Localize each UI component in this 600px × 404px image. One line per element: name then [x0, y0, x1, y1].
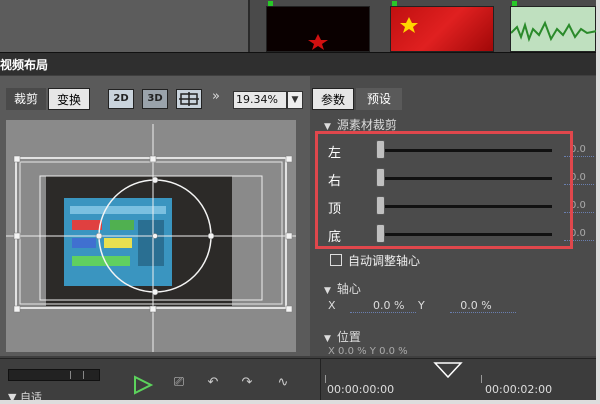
scrollbar-grip[interactable] [70, 371, 84, 379]
clip-marker-dot [512, 1, 517, 6]
undo-icon[interactable]: ↶ [204, 375, 222, 391]
screen-image-block [138, 220, 164, 266]
play-icon[interactable] [132, 375, 154, 395]
auto-pivot-label: 自动调整轴心 [348, 254, 421, 268]
transform-overlay [6, 124, 296, 352]
pivot-xy-row: X 0.0 % Y 0.0 % [328, 299, 502, 312]
parameters-panel: 参数 预设 ▼ 源素材裁剪 左 0.0 右 0.0 顶 0.0 底 0.0 自动… [310, 76, 596, 357]
timecode-mark: 00:00:02:00 [485, 383, 553, 396]
waveform-icon[interactable]: ∿ [274, 375, 292, 391]
clip-marker-dot [392, 1, 397, 6]
zoom-scrollbar[interactable] [8, 369, 100, 381]
screen-image-block [72, 256, 130, 266]
panel-titlebar: 视频布局 [0, 52, 596, 75]
flag-icon [400, 17, 418, 33]
audio-waveform-icon [510, 20, 596, 43]
position-section-title: 位置 [336, 330, 361, 344]
view-3d-button[interactable]: 3D [142, 89, 168, 109]
zoom-dropdown-button[interactable]: ▼ [287, 91, 303, 109]
position-section-header[interactable]: ▼ 位置 [324, 328, 361, 345]
bottom-toolbar: ▼ 自适 ⎚ ↶ ↷ ∿ 00:00:00:00 00:00:02:00 [0, 358, 596, 404]
zoom-value-field[interactable]: 19.34% [233, 91, 287, 109]
thumbnail-1[interactable] [266, 6, 370, 52]
pivot-section-title: 轴心 [336, 282, 361, 296]
pivot-x-label: X [328, 299, 336, 312]
tab-transform[interactable]: 变换 [48, 88, 90, 110]
pivot-section-header[interactable]: ▼ 轴心 [324, 280, 361, 297]
grid-icon [179, 92, 199, 106]
screen-image-block [72, 220, 102, 230]
auto-fit-text: 自适 [19, 391, 42, 404]
redo-icon[interactable]: ↷ [238, 375, 256, 391]
view-2d-button[interactable]: 2D [108, 89, 134, 109]
pivot-y-label: Y [418, 299, 425, 312]
checkbox-box[interactable] [330, 254, 342, 266]
crop-section-title: 源素材裁剪 [336, 118, 397, 132]
thumbnail-2[interactable] [390, 6, 494, 52]
star-icon [308, 34, 328, 50]
auto-pivot-checkbox[interactable]: 自动调整轴心 [330, 252, 420, 269]
thumbnail-3[interactable] [510, 6, 596, 52]
highlight-box [315, 131, 573, 249]
auto-fit-label[interactable]: ▼ 自适 [8, 389, 42, 404]
clip-marker-dot [268, 1, 273, 6]
timeline-ruler[interactable]: 00:00:00:00 00:00:02:00 [320, 359, 596, 400]
timecode-start: 00:00:00:00 [327, 383, 395, 396]
preview-panel: 裁剪 变换 2D 3D » 19.34% ▼ [0, 76, 310, 356]
ruler-tick [325, 375, 326, 383]
collapse-arrow-icon: ▼ [324, 286, 331, 296]
grid-view-button[interactable] [176, 89, 202, 109]
screen-image-band [70, 206, 166, 214]
screen-image-block [104, 238, 132, 248]
tab-presets[interactable]: 预设 [356, 88, 402, 110]
expand-chevron-icon[interactable]: » [212, 89, 220, 104]
collapse-arrow-icon: ▼ [8, 391, 20, 404]
pivot-x-value[interactable]: 0.0 % [373, 299, 404, 312]
tab-crop[interactable]: 裁剪 [6, 88, 46, 110]
collapse-arrow-icon: ▼ [324, 334, 331, 344]
thumbnail-strip [0, 0, 596, 52]
value-underline [350, 312, 416, 313]
app-window: 视频布局 裁剪 变换 2D 3D » 19.34% ▼ 参数 预设 ▼ 源素材裁… [0, 0, 600, 404]
screen-image-block [72, 238, 96, 248]
pivot-y-value[interactable]: 0.0 % [460, 299, 491, 312]
loop-icon[interactable]: ⎚ [170, 375, 188, 391]
tab-parameters[interactable]: 参数 [312, 88, 354, 110]
panel-title: 视频布局 [0, 58, 49, 72]
thumbnail-strip-empty [0, 0, 250, 52]
screen-image-block [110, 220, 134, 230]
playhead-icon[interactable] [433, 361, 463, 379]
playback-controls: ▼ 自适 ⎚ ↶ ↷ ∿ [0, 359, 320, 404]
preview-canvas[interactable] [6, 120, 296, 352]
value-underline [450, 312, 516, 313]
position-xy-row: X 0.0 % Y 0.0 % [328, 346, 408, 357]
ruler-tick [481, 375, 482, 383]
